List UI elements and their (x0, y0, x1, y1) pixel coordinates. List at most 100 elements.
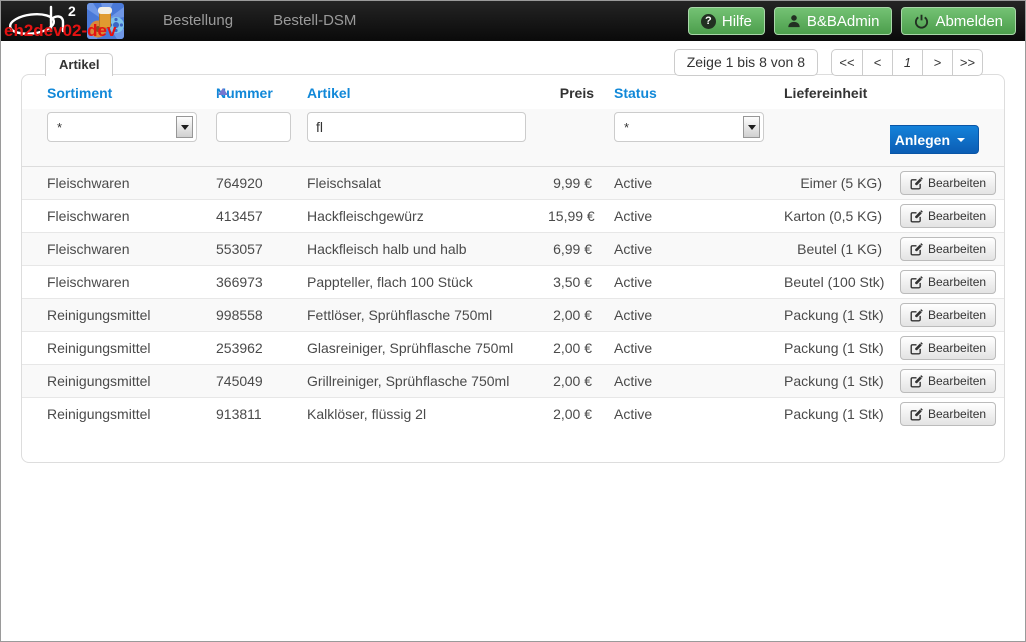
edit-icon (910, 243, 923, 256)
pagination-last-button[interactable]: >> (952, 50, 982, 75)
cell-nummer: 745049 (206, 365, 297, 398)
status-filter-value: * (624, 120, 629, 135)
environment-label: eh2dev02-dev (4, 21, 116, 41)
column-header-status[interactable]: Status (604, 75, 774, 109)
cell-nummer: 553057 (206, 233, 297, 266)
status-filter-select[interactable]: * (614, 112, 764, 142)
artikel-panel: Artikel Zeige 1 bis 8 von 8 << < 1 > >> … (21, 74, 1005, 463)
main-nav: Bestellung Bestell-DSM (143, 1, 376, 41)
svg-text:2: 2 (68, 3, 76, 19)
cell-sortiment: Reinigungsmittel (22, 398, 206, 431)
pagination-next-button[interactable]: > (922, 50, 952, 75)
cell-preis: 15,99 € (538, 200, 604, 233)
cell-artikel: Fleischsalat (297, 167, 538, 200)
brand[interactable]: 2 eh2dev02-dev (1, 1, 127, 41)
table-row: Fleischwaren 764920 Fleischsalat 9,99 € … (22, 167, 1004, 200)
account-button[interactable]: B&BAdmin (774, 7, 893, 35)
cell-preis: 9,99 € (538, 167, 604, 200)
pagination-first-button[interactable]: << (832, 50, 862, 75)
pagination-summary: Zeige 1 bis 8 von 8 (674, 49, 818, 76)
column-header-preis: Preis (538, 75, 604, 109)
caret-down-icon (957, 138, 965, 142)
table-row: Reinigungsmittel 253962 Glasreiniger, Sp… (22, 332, 1004, 365)
artikel-filter-input[interactable] (307, 112, 526, 142)
table-row: Reinigungsmittel 998558 Fettlöser, Sprüh… (22, 299, 1004, 332)
chevron-down-icon[interactable] (743, 116, 760, 138)
cell-liefereinheit: Packung (1 Stk) (774, 398, 890, 431)
edit-icon (910, 408, 923, 421)
cell-sortiment: Fleischwaren (22, 233, 206, 266)
cell-status: Active (604, 266, 774, 299)
question-icon: ? (701, 14, 716, 29)
table-row: Fleischwaren 413457 Hackfleischgewürz 15… (22, 200, 1004, 233)
anlegen-button[interactable]: Anlegen (890, 125, 979, 154)
chevron-down-icon[interactable] (176, 116, 193, 138)
cell-preis: 2,00 € (538, 332, 604, 365)
cell-artikel: Grillreiniger, Sprühflasche 750ml (297, 365, 538, 398)
cell-artikel: Hackfleisch halb und halb (297, 233, 538, 266)
bearbeiten-button-label: Bearbeiten (928, 209, 986, 223)
bearbeiten-button[interactable]: Bearbeiten (900, 171, 996, 195)
column-header-liefereinheit: Liefereinheit (774, 75, 890, 109)
topbar-actions: ? Hilfe B&BAdmin Abmelden (688, 7, 1025, 35)
cell-sortiment: Reinigungsmittel (22, 365, 206, 398)
table-row: Reinigungsmittel 913811 Kalklöser, flüss… (22, 398, 1004, 431)
table-row: Fleischwaren 366973 Pappteller, flach 10… (22, 266, 1004, 299)
edit-icon (910, 177, 923, 190)
column-header-sortiment[interactable]: Sortiment (22, 75, 206, 109)
nav-item-bestell-dsm[interactable]: Bestell-DSM (253, 1, 376, 41)
cell-liefereinheit: Eimer (5 KG) (774, 167, 890, 200)
table-body: Fleischwaren 764920 Fleischsalat 9,99 € … (22, 167, 1004, 431)
tab-artikel[interactable]: Artikel (45, 53, 113, 76)
edit-icon (910, 342, 923, 355)
cell-liefereinheit: Karton (0,5 KG) (774, 200, 890, 233)
bearbeiten-button[interactable]: Bearbeiten (900, 402, 996, 426)
cell-preis: 3,50 € (538, 266, 604, 299)
cell-sortiment: Fleischwaren (22, 266, 206, 299)
bearbeiten-button[interactable]: Bearbeiten (900, 369, 996, 393)
bearbeiten-button[interactable]: Bearbeiten (900, 336, 996, 360)
cell-status: Active (604, 167, 774, 200)
cell-nummer: 998558 (206, 299, 297, 332)
hilfe-button-label: Hilfe (722, 13, 752, 30)
power-icon (914, 14, 929, 29)
cell-preis: 2,00 € (538, 299, 604, 332)
cell-preis: 2,00 € (538, 365, 604, 398)
sortiment-filter-select[interactable]: * (47, 112, 197, 142)
cell-sortiment: Fleischwaren (22, 167, 206, 200)
table-row: Fleischwaren 553057 Hackfleisch halb und… (22, 233, 1004, 266)
cell-sortiment: Fleischwaren (22, 200, 206, 233)
nav-item-bestellung[interactable]: Bestellung (143, 1, 253, 41)
sort-ascending-icon (218, 88, 228, 95)
bearbeiten-button-label: Bearbeiten (928, 374, 986, 388)
cell-preis: 2,00 € (538, 398, 604, 431)
cell-nummer: 366973 (206, 266, 297, 299)
pagination-prev-button[interactable]: < (862, 50, 892, 75)
bearbeiten-button-label: Bearbeiten (928, 275, 986, 289)
pagination-current-page[interactable]: 1 (892, 50, 922, 75)
anlegen-button-label: Anlegen (895, 132, 950, 148)
cell-liefereinheit: Packung (1 Stk) (774, 332, 890, 365)
cell-artikel: Fettlöser, Sprühflasche 750ml (297, 299, 538, 332)
column-header-artikel[interactable]: Artikel (297, 75, 538, 109)
bearbeiten-button[interactable]: Bearbeiten (900, 303, 996, 327)
bearbeiten-button[interactable]: Bearbeiten (900, 237, 996, 261)
hilfe-button[interactable]: ? Hilfe (688, 7, 765, 35)
cell-status: Active (604, 332, 774, 365)
cell-status: Active (604, 299, 774, 332)
edit-icon (910, 276, 923, 289)
table-row: Reinigungsmittel 745049 Grillreiniger, S… (22, 365, 1004, 398)
cell-liefereinheit: Beutel (100 Stk) (774, 266, 890, 299)
cell-liefereinheit: Beutel (1 KG) (774, 233, 890, 266)
cell-artikel: Glasreiniger, Sprühflasche 750ml (297, 332, 538, 365)
cell-nummer: 253962 (206, 332, 297, 365)
edit-icon (910, 210, 923, 223)
nummer-filter-input[interactable] (216, 112, 291, 142)
edit-icon (910, 309, 923, 322)
bearbeiten-button[interactable]: Bearbeiten (900, 270, 996, 294)
abmelden-button[interactable]: Abmelden (901, 7, 1016, 35)
cell-sortiment: Reinigungsmittel (22, 299, 206, 332)
cell-artikel: Kalklöser, flüssig 2l (297, 398, 538, 431)
bearbeiten-button[interactable]: Bearbeiten (900, 204, 996, 228)
bearbeiten-button-label: Bearbeiten (928, 176, 986, 190)
